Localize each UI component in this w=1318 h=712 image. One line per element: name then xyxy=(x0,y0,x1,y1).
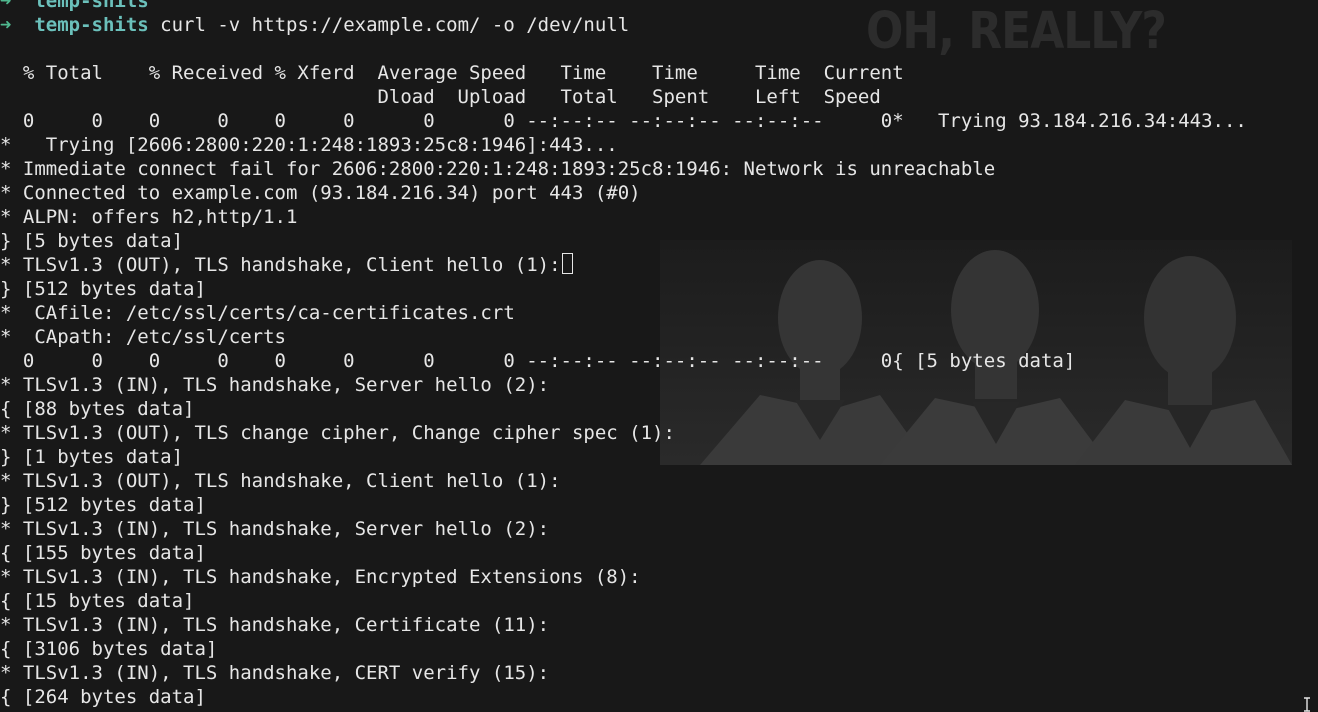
output-line: Dload Upload Total Spent Left Speed xyxy=(0,85,1247,109)
output-text: { [155 bytes data] xyxy=(0,542,206,564)
output-line: * TLSv1.3 (IN), TLS handshake, Certifica… xyxy=(0,613,1247,637)
output-line: 0 0 0 0 0 0 0 0 --:--:-- --:--:-- --:--:… xyxy=(0,349,1247,373)
output-line: * CApath: /etc/ssl/certs xyxy=(0,325,1247,349)
output-line: * TLSv1.3 (IN), TLS handshake, Server he… xyxy=(0,517,1247,541)
terminal-output: ➜ temp-shits ➜ temp-shits curl -v https:/… xyxy=(0,0,1247,712)
prompt-directory: temp-shits xyxy=(34,14,149,36)
output-line: { [15 bytes data] xyxy=(0,589,1247,613)
output-text: * TLSv1.3 (IN), TLS handshake, Server he… xyxy=(0,518,550,540)
output-line: * TLSv1.3 (OUT), TLS handshake, Client h… xyxy=(0,469,1247,493)
output-line: { [155 bytes data] xyxy=(0,541,1247,565)
prompt-command: curl -v https://example.com/ -o /dev/nul… xyxy=(148,14,630,36)
output-text: * ALPN: offers h2,http/1.1 xyxy=(0,206,298,228)
output-line: % Total % Received % Xferd Average Speed… xyxy=(0,61,1247,85)
output-line: * ALPN: offers h2,http/1.1 xyxy=(0,205,1247,229)
output-line: { [3106 bytes data] xyxy=(0,637,1247,661)
output-text: } [512 bytes data] xyxy=(0,494,206,516)
output-line: } [512 bytes data] xyxy=(0,493,1247,517)
prompt-arrow-icon: ➜ xyxy=(0,0,12,12)
output-text: { [264 bytes data] xyxy=(0,686,206,708)
output-text: 0 0 0 0 0 0 0 0 --:--:-- --:--:-- --:--:… xyxy=(0,350,1076,372)
output-text: Dload Upload Total Spent Left Speed xyxy=(0,86,881,108)
output-line: * TLSv1.3 (OUT), TLS handshake, Client h… xyxy=(0,253,1247,277)
output-line: { [88 bytes data] xyxy=(0,397,1247,421)
output-line: } [1 bytes data] xyxy=(0,445,1247,469)
output-line: * TLSv1.3 (IN), TLS handshake, CERT veri… xyxy=(0,661,1247,685)
output-line: } [512 bytes data] xyxy=(0,277,1247,301)
output-text: { [3106 bytes data] xyxy=(0,638,218,660)
output-text: * Connected to example.com (93.184.216.3… xyxy=(0,182,641,204)
output-text: * Immediate connect fail for 2606:2800:2… xyxy=(0,158,996,180)
output-line: * TLSv1.3 (IN), TLS handshake, Server he… xyxy=(0,373,1247,397)
output-text: } [512 bytes data] xyxy=(0,278,206,300)
output-text: { [88 bytes data] xyxy=(0,398,195,420)
output-text: { [15 bytes data] xyxy=(0,590,195,612)
output-line: { [264 bytes data] xyxy=(0,685,1247,709)
ibeam-cursor-icon xyxy=(1304,697,1310,712)
output-text: * Trying [2606:2800:220:1:248:1893:25c8:… xyxy=(0,134,618,156)
output-text: } [5 bytes data] xyxy=(0,230,184,252)
prompt-line: ➜ temp-shits curl -v https://example.com… xyxy=(0,13,1247,37)
output-text: 0 0 0 0 0 0 0 0 --:--:-- --:--:-- --:--:… xyxy=(0,110,1247,132)
output-line: * Trying [2606:2800:220:1:248:1893:25c8:… xyxy=(0,133,1247,157)
output-text: * TLSv1.3 (OUT), TLS handshake, Client h… xyxy=(0,470,561,492)
output-text: * TLSv1.3 (OUT), TLS change cipher, Chan… xyxy=(0,422,675,444)
output-text: % Total % Received % Xferd Average Speed… xyxy=(0,62,904,84)
output-line: * Connected to example.com (93.184.216.3… xyxy=(0,181,1247,205)
prompt-arrow-icon: ➜ xyxy=(0,14,12,36)
text-cursor xyxy=(561,253,573,274)
output-line: } [5 bytes data] xyxy=(0,229,1247,253)
output-text: * CApath: /etc/ssl/certs xyxy=(0,326,286,348)
output-text: * TLSv1.3 (IN), TLS handshake, Encrypted… xyxy=(0,566,641,588)
output-line: * TLSv1.3 (OUT), TLS change cipher, Chan… xyxy=(0,421,1247,445)
output-text: * CAfile: /etc/ssl/certs/ca-certificates… xyxy=(0,302,515,324)
output-line: * TLSv1.3 (IN), TLS handshake, Encrypted… xyxy=(0,565,1247,589)
output-line: * CAfile: /etc/ssl/certs/ca-certificates… xyxy=(0,301,1247,325)
terminal-window[interactable]: OH, REALLY? ➜ temp-shits ➜ temp-shits cur… xyxy=(0,0,1318,712)
output-text: * TLSv1.3 (IN), TLS handshake, Certifica… xyxy=(0,614,550,636)
output-text: } [1 bytes data] xyxy=(0,446,184,468)
prompt-line: ➜ temp-shits xyxy=(0,0,1247,13)
output-text: * TLSv1.3 (IN), TLS handshake, CERT veri… xyxy=(0,662,550,684)
output-text: * TLSv1.3 (IN), TLS handshake, Server he… xyxy=(0,374,550,396)
output-line: 0 0 0 0 0 0 0 0 --:--:-- --:--:-- --:--:… xyxy=(0,109,1247,133)
output-line: * Immediate connect fail for 2606:2800:2… xyxy=(0,157,1247,181)
prompt-directory: temp-shits xyxy=(34,0,149,12)
output-text: * TLSv1.3 (OUT), TLS handshake, Client h… xyxy=(0,254,561,276)
